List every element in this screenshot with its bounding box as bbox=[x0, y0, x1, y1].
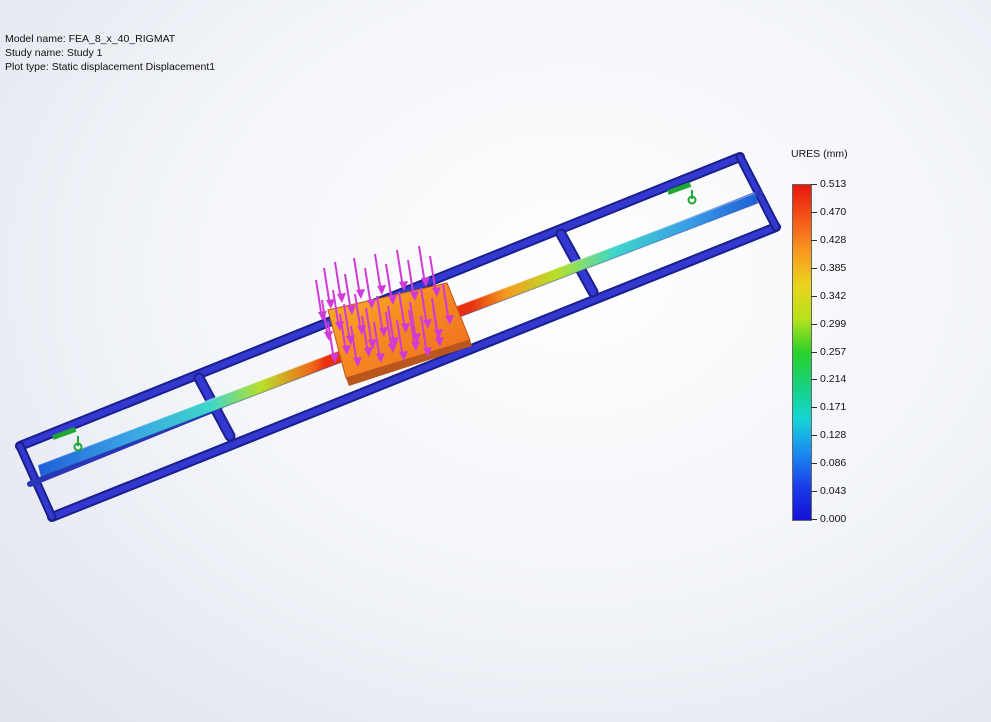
legend-tick bbox=[811, 184, 817, 185]
legend-tick bbox=[811, 323, 817, 325]
legend-value: 0.470 bbox=[820, 205, 847, 218]
legend-value: 0.086 bbox=[820, 457, 847, 470]
legend-tick bbox=[811, 519, 817, 520]
legend-value: 0.299 bbox=[820, 317, 847, 330]
legend-value: 0.428 bbox=[820, 233, 847, 246]
legend-tick bbox=[811, 239, 817, 241]
legend-value: 0.385 bbox=[820, 261, 847, 274]
legend-tick bbox=[811, 211, 817, 213]
legend-tick bbox=[811, 491, 817, 493]
legend-tick bbox=[811, 407, 817, 409]
legend-tick bbox=[811, 267, 817, 269]
down-arrow-icon bbox=[353, 257, 365, 299]
down-arrow-icon bbox=[396, 249, 408, 291]
legend-tick bbox=[811, 295, 817, 297]
down-arrow-icon bbox=[334, 261, 346, 303]
down-arrow-icon bbox=[323, 267, 335, 309]
legend-value: 0.043 bbox=[820, 485, 847, 498]
legend-tick bbox=[811, 379, 817, 381]
legend-tick bbox=[811, 435, 817, 437]
legend-title: URES (mm) bbox=[791, 148, 848, 160]
legend-tick bbox=[811, 351, 817, 353]
legend-value: 0.000 bbox=[820, 513, 847, 525]
legend-value: 0.171 bbox=[820, 401, 847, 414]
fea-model-viewport[interactable] bbox=[0, 0, 991, 722]
legend-value: 0.342 bbox=[820, 289, 847, 302]
legend-tick bbox=[811, 463, 817, 465]
color-scale-bar bbox=[792, 184, 812, 521]
legend-value: 0.128 bbox=[820, 429, 847, 442]
down-arrow-icon bbox=[374, 253, 386, 295]
legend-value: 0.214 bbox=[820, 373, 847, 386]
legend-value: 0.257 bbox=[820, 345, 847, 358]
legend-value: 0.513 bbox=[820, 178, 847, 190]
